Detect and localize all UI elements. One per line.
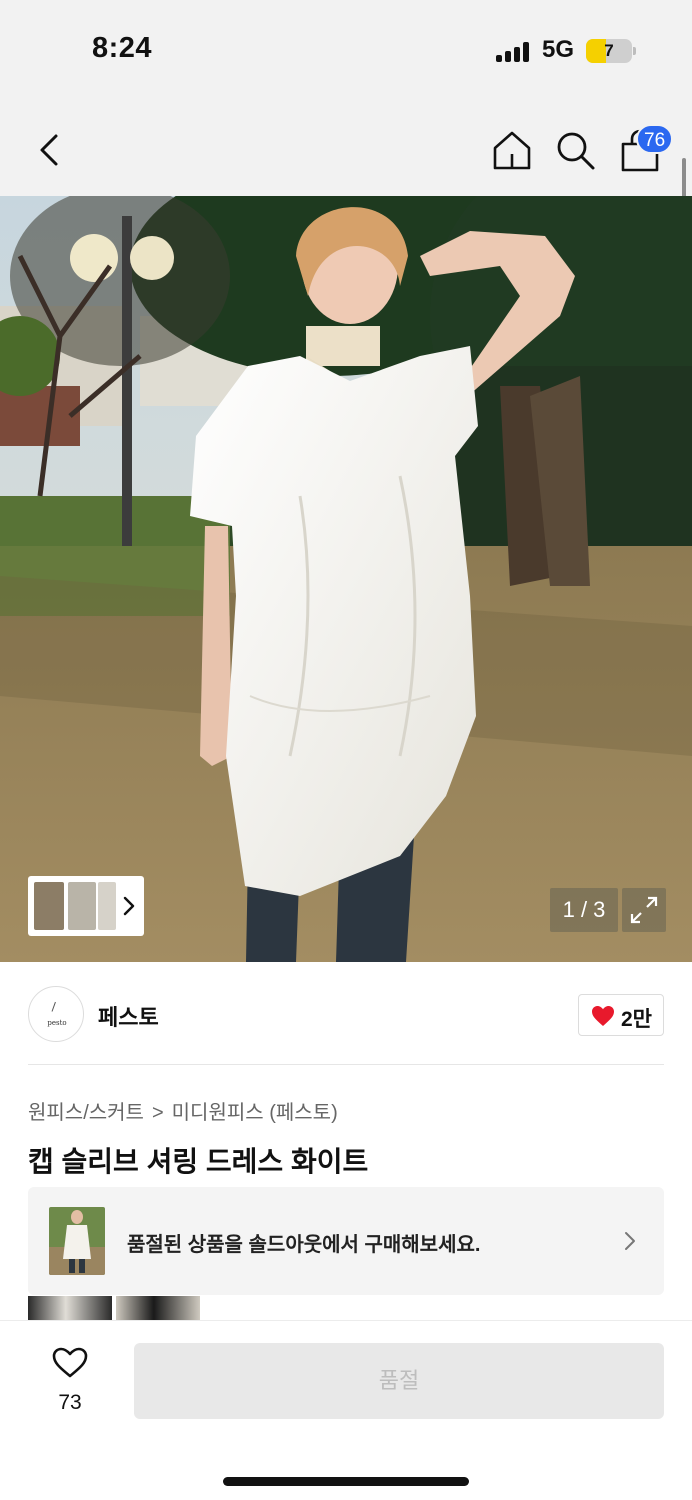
status-bar: 8:24 5G 7 — [0, 0, 692, 100]
breadcrumb-separator: > — [151, 1102, 164, 1124]
thumbnail-image — [98, 882, 116, 930]
battery-level: 7 — [604, 41, 614, 60]
chevron-right-icon — [625, 1232, 635, 1250]
status-time: 8:24 — [92, 32, 153, 64]
battery-icon: 7 — [586, 39, 632, 63]
breadcrumb-subcategory[interactable]: 미디원피스 (페스토) — [172, 1102, 338, 1124]
thumbnail-image — [68, 882, 96, 930]
product-title: 캡 슬리브 셔링 드레스 화이트 — [28, 1146, 369, 1177]
related-thumbnail[interactable] — [28, 1296, 112, 1320]
search-icon[interactable] — [553, 128, 597, 172]
thumbnail-image — [34, 882, 64, 930]
brand-row[interactable]: pesto 페스토 2만 — [28, 986, 664, 1044]
brand-like-button[interactable]: 2만 — [578, 994, 664, 1036]
heart-outline-icon — [52, 1347, 88, 1378]
brand-logo-mark — [51, 1001, 63, 1015]
brand-like-count: 2만 — [621, 1008, 652, 1031]
product-photo — [0, 196, 692, 962]
wishlist-button[interactable]: 73 — [40, 1345, 100, 1415]
soldout-banner[interactable]: 품절된 상품을 솔드아웃에서 구매해보세요. — [28, 1187, 664, 1295]
home-icon[interactable] — [490, 128, 534, 172]
signal-icon — [496, 42, 532, 62]
nav-bar: 76 — [0, 100, 692, 196]
soldout-purchase-button[interactable]: 품절 — [134, 1343, 664, 1419]
breadcrumb: 원피스/스커트 > 미디원피스 (페스토) — [28, 1096, 338, 1125]
brand-logo-text: pesto — [47, 1019, 67, 1027]
breadcrumb-category[interactable]: 원피스/스커트 — [28, 1102, 144, 1124]
product-image-carousel[interactable]: 1 / 3 — [0, 196, 692, 962]
image-counter: 1 / 3 — [550, 888, 618, 932]
soldout-message: 품절된 상품을 솔드아웃에서 구매해보세요. — [127, 1234, 481, 1256]
fullscreen-button[interactable] — [622, 888, 666, 932]
cart-count-badge: 76 — [636, 124, 674, 154]
battery-cap — [633, 47, 636, 55]
heart-filled-icon — [592, 1006, 614, 1026]
bottom-action-bar: 73 품절 — [0, 1320, 692, 1500]
brand-logo[interactable]: pesto — [28, 986, 84, 1042]
network-label: 5G — [542, 36, 575, 63]
back-arrow-icon[interactable] — [30, 130, 70, 170]
home-indicator — [223, 1477, 469, 1486]
brand-name[interactable]: 페스토 — [98, 1000, 159, 1032]
chevron-right-icon — [123, 896, 135, 916]
divider — [28, 1064, 664, 1065]
expand-icon — [630, 896, 658, 924]
thumbnail-strip[interactable] — [28, 876, 144, 936]
related-thumbnail[interactable] — [116, 1296, 200, 1320]
soldout-thumbnail — [49, 1207, 105, 1275]
wishlist-count: 73 — [58, 1391, 82, 1414]
